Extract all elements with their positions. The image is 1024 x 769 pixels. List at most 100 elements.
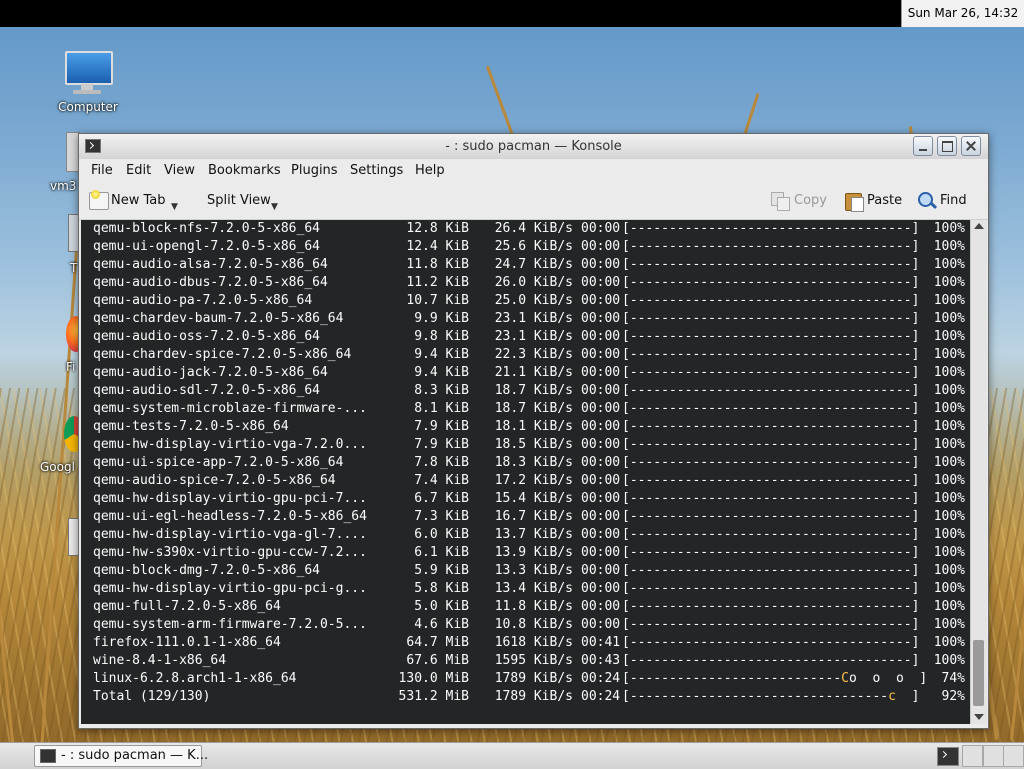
download-rate: 18.5 KiB/s	[494, 437, 573, 452]
clock[interactable]: Sun Mar 26, 14:32	[901, 0, 1024, 27]
menu-edit[interactable]: Edit	[126, 159, 151, 183]
progress-bar: [------------------------------------]	[622, 221, 920, 236]
scroll-down-arrow-icon[interactable]	[974, 714, 984, 720]
download-eta: 00:24	[581, 689, 621, 704]
package-name: qemu-audio-oss-7.2.0-5-x86_64	[93, 329, 320, 344]
package-name: qemu-system-arm-firmware-7.2.0-5...	[93, 617, 367, 632]
progress-percent: 100%	[933, 545, 965, 560]
desktop-icon-trash[interactable]: T	[60, 212, 80, 276]
progress-percent: 100%	[933, 419, 965, 434]
package-name: qemu-hw-display-virtio-gpu-pci-7...	[93, 491, 367, 506]
download-rate: 25.6 KiB/s	[494, 239, 573, 254]
download-rate: 13.4 KiB/s	[494, 581, 573, 596]
copy-button[interactable]: Copy	[771, 189, 831, 213]
taskbar-item-konsole[interactable]: - : sudo pacman — K...	[34, 745, 208, 767]
menu-file[interactable]: File	[91, 159, 113, 183]
new-tab-label: New Tab	[111, 193, 166, 208]
package-size: 531.2 MiB	[398, 689, 469, 704]
window-title: - : sudo pacman — Konsole	[445, 139, 622, 154]
scroll-up-arrow-icon[interactable]	[974, 223, 984, 229]
split-view-button[interactable]: Split View ▼	[205, 189, 291, 213]
download-eta: 00:43	[581, 653, 621, 668]
progress-bar: [------------------------------------]	[622, 365, 920, 380]
package-size: 9.8 KiB	[414, 329, 469, 344]
taskbar: - : sudo pacman — K...	[0, 742, 1024, 769]
progress-percent: 100%	[933, 311, 965, 326]
package-size: 6.0 KiB	[414, 527, 469, 542]
progress-bar: [------------------------------------]	[622, 275, 920, 290]
menu-bookmarks[interactable]: Bookmarks	[208, 159, 281, 183]
package-size: 6.1 KiB	[414, 545, 469, 560]
maximize-button[interactable]	[937, 136, 957, 156]
package-size: 9.4 KiB	[414, 347, 469, 362]
tray-terminal-icon[interactable]	[937, 747, 959, 766]
close-button[interactable]	[961, 136, 981, 156]
desktop-pager-3[interactable]	[1003, 745, 1024, 767]
paste-button[interactable]: Paste	[845, 189, 905, 213]
download-rate: 17.2 KiB/s	[494, 473, 573, 488]
progress-percent: 100%	[933, 221, 965, 236]
progress-percent: 100%	[933, 635, 965, 650]
download-eta: 00:00	[581, 491, 621, 506]
progress-percent: 100%	[933, 581, 965, 596]
package-size: 64.7 MiB	[406, 635, 469, 650]
desktop-icon-computer[interactable]: Computer	[50, 49, 126, 119]
package-name: qemu-hw-s390x-virtio-gpu-ccw-7.2...	[93, 545, 367, 560]
download-rate: 13.3 KiB/s	[494, 563, 573, 578]
progress-bar: [---------------------------Co o o ]	[622, 670, 927, 688]
package-size: 10.7 KiB	[406, 293, 469, 308]
download-rate: 26.4 KiB/s	[494, 221, 573, 236]
minimize-button[interactable]	[913, 136, 933, 156]
download-rate: 16.7 KiB/s	[494, 509, 573, 524]
download-eta: 00:00	[581, 455, 621, 470]
package-size: 7.9 KiB	[414, 419, 469, 434]
package-name: qemu-audio-pa-7.2.0-5-x86_64	[93, 293, 313, 308]
menu-plugins[interactable]: Plugins	[291, 159, 338, 183]
menu-help[interactable]: Help	[415, 159, 445, 183]
download-rate: 23.1 KiB/s	[494, 311, 573, 326]
scrollbar-thumb[interactable]	[973, 640, 984, 706]
download-rate: 1595 KiB/s	[494, 653, 573, 668]
split-view-label: Split View	[207, 193, 271, 208]
download-rate: 21.1 KiB/s	[494, 365, 573, 380]
download-eta: 00:00	[581, 509, 621, 524]
download-eta: 00:00	[581, 617, 621, 632]
new-tab-button[interactable]: New Tab ▼	[89, 189, 181, 213]
terminal-scrollbar[interactable]	[970, 220, 987, 724]
download-eta: 00:00	[581, 347, 621, 362]
menu-settings[interactable]: Settings	[350, 159, 403, 183]
computer-icon	[63, 49, 113, 97]
progress-bar: [------------------------------------]	[622, 293, 920, 308]
download-eta: 00:00	[581, 473, 621, 488]
desktop-icon-chrome[interactable]: Googl	[40, 412, 84, 478]
progress-bar: [------------------------------------]	[622, 599, 920, 614]
menu-view[interactable]: View	[164, 159, 195, 183]
package-name: qemu-audio-jack-7.2.0-5-x86_64	[93, 365, 328, 380]
desktop-icon-vm[interactable]: vm3	[44, 130, 80, 200]
package-name: qemu-audio-alsa-7.2.0-5-x86_64	[93, 257, 328, 272]
package-name: qemu-ui-spice-app-7.2.0-5-x86_64	[93, 455, 344, 470]
progress-done: [---------------------------	[622, 671, 842, 686]
progress-bar: [------------------------------------]	[622, 617, 920, 632]
progress-bar: [------------------------------------]	[622, 527, 920, 542]
find-button[interactable]: Find	[918, 189, 974, 213]
progress-bar: [------------------------------------]	[622, 581, 920, 596]
desktop-pager-1[interactable]	[962, 745, 983, 767]
toolbar: New Tab ▼ Split View ▼ Copy Paste Find	[79, 183, 988, 220]
terminal-output[interactable]: qemu-block-nfs-7.2.0-5-x86_64 12.8 KiB 26.…	[81, 220, 970, 724]
desktop-pager-2[interactable]	[983, 745, 1004, 767]
package-size: 7.4 KiB	[414, 473, 469, 488]
progress-percent: 100%	[933, 239, 965, 254]
download-eta: 00:00	[581, 599, 621, 614]
window-titlebar[interactable]: - : sudo pacman — Konsole	[79, 134, 988, 160]
copy-icon	[771, 192, 790, 211]
package-size: 5.8 KiB	[414, 581, 469, 596]
package-name: firefox-111.0.1-1-x86_64	[93, 635, 281, 650]
progress-bar: [------------------------------------]	[622, 437, 920, 452]
download-eta: 00:00	[581, 293, 621, 308]
desktop-icon-firefox[interactable]: Fi	[62, 312, 86, 378]
package-name: qemu-ui-opengl-7.2.0-5-x86_64	[93, 239, 320, 254]
pacman-icon: C	[841, 671, 849, 686]
progress-percent: 100%	[933, 293, 965, 308]
progress-percent: 100%	[933, 401, 965, 416]
